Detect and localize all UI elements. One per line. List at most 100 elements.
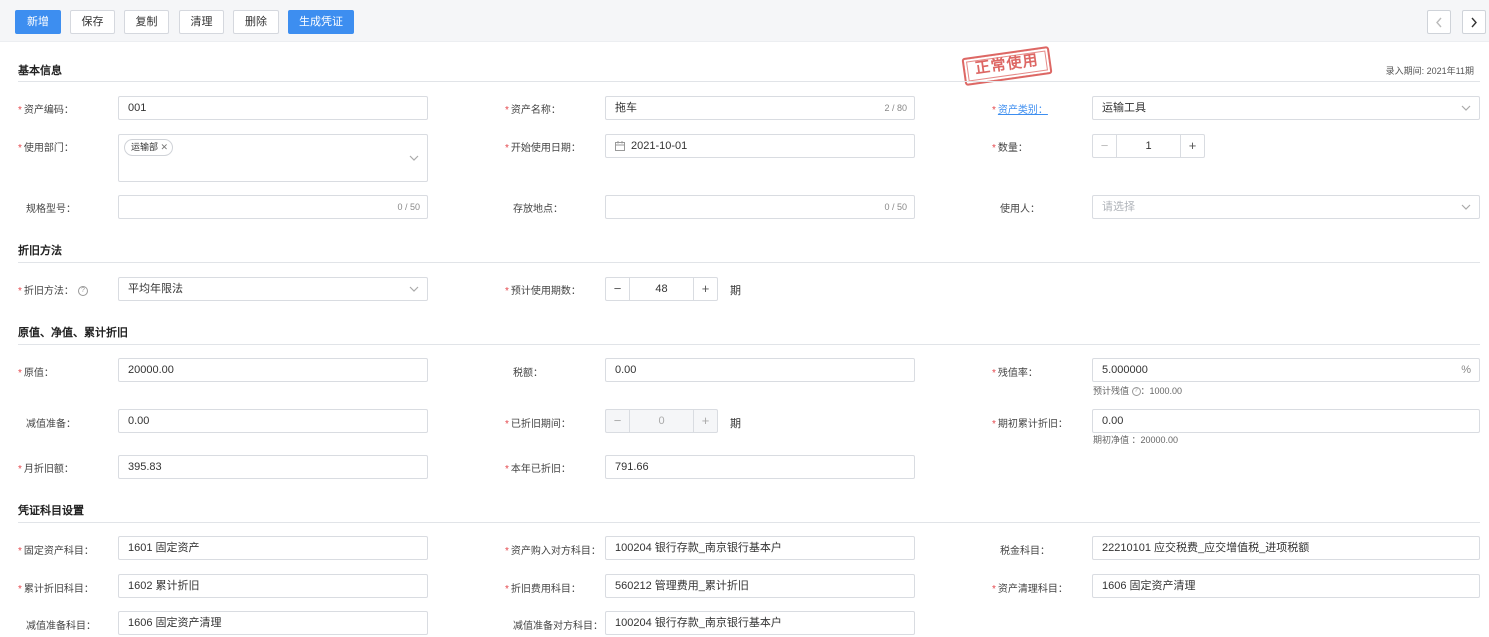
impairment-label: 减值准备：	[26, 419, 76, 430]
original-value-input[interactable]: 20000.00	[118, 358, 428, 382]
asset-clearing-account-input[interactable]: 1606 固定资产清理	[1092, 574, 1480, 598]
next-record-button[interactable]	[1462, 10, 1486, 34]
fixed-asset-account-label: * 固定资产科目：	[18, 546, 94, 557]
tax-account-label: 税金科目：	[1000, 546, 1050, 557]
chevron-left-icon	[1436, 17, 1442, 28]
estimated-residual-hint: 预计残值 ? ：1000.00	[1093, 386, 1183, 397]
divider	[18, 522, 1480, 523]
original-value-label: * 原值：	[18, 368, 54, 379]
depr-expense-account-input[interactable]: 560212 管理费用_累计折旧	[605, 574, 915, 598]
char-counter: 0 / 50	[397, 202, 420, 212]
new-button[interactable]: 新增	[15, 10, 61, 34]
generate-voucher-button[interactable]: 生成凭证	[288, 10, 354, 34]
periods-label: * 预计使用期数：	[505, 286, 581, 297]
depr-periods-done-label: * 已折旧期间：	[505, 419, 571, 430]
asset-name-input[interactable]: 拖车 2 / 80	[605, 96, 915, 120]
calendar-icon	[615, 141, 625, 151]
clear-button[interactable]: 清理	[179, 10, 224, 34]
quantity-label: * 数量：	[992, 143, 1028, 154]
increment-button[interactable]: +	[1180, 135, 1204, 157]
depr-expense-account-label: * 折旧费用科目：	[505, 584, 581, 595]
spec-label: 规格型号：	[26, 204, 76, 215]
chevron-down-icon	[409, 286, 419, 292]
entry-period: 录入期间: 2021年11期	[1385, 66, 1474, 76]
depr-periods-unit: 期	[730, 418, 741, 430]
user-select[interactable]: 请选择	[1092, 195, 1480, 219]
tax-account-input[interactable]: 22210101 应交税费_应交增值税_进项税额	[1092, 536, 1480, 560]
asset-clearing-account-label: * 资产清理科目：	[992, 584, 1068, 595]
chevron-down-icon	[1461, 105, 1471, 111]
section-depreciation: 折旧方法	[18, 245, 62, 257]
asset-form: 正常使用 基本信息 录入期间: 2021年11期 * 资产编码： 001 * 资产名…	[0, 42, 1489, 637]
impairment-account-label: 减值准备科目：	[26, 621, 96, 632]
section-basic-info: 基本信息	[18, 65, 62, 77]
divider	[18, 81, 1480, 82]
quantity-stepper[interactable]: − 1 +	[1092, 134, 1205, 158]
department-select[interactable]: 运输部 ✕	[118, 134, 428, 182]
start-date-picker[interactable]: 2021-10-01	[605, 134, 915, 158]
purchase-counter-account-input[interactable]: 100204 银行存款_南京银行基本户	[605, 536, 915, 560]
spec-input[interactable]: 0 / 50	[118, 195, 428, 219]
department-label: * 使用部门：	[18, 143, 74, 154]
impairment-counter-account-input[interactable]: 100204 银行存款_南京银行基本户	[605, 611, 915, 635]
depr-periods-done-stepper: − 0 +	[605, 409, 718, 433]
status-stamp: 正常使用	[961, 46, 1053, 86]
periods-unit: 期	[730, 285, 741, 297]
user-label: 使用人：	[1000, 204, 1040, 215]
location-input[interactable]: 0 / 50	[605, 195, 915, 219]
start-date-label: * 开始使用日期：	[505, 143, 581, 154]
tax-label: 税额：	[513, 368, 543, 379]
year-depr-label: * 本年已折旧：	[505, 464, 571, 475]
residual-rate-label: * 残值率：	[992, 368, 1038, 379]
increment-button[interactable]: +	[693, 278, 717, 300]
purchase-counter-account-label: * 资产购入对方科目：	[505, 546, 601, 557]
depr-periods-done-value: 0	[658, 415, 665, 427]
accum-depr-account-input[interactable]: 1602 累计折旧	[118, 574, 428, 598]
asset-code-label: * 资产编码：	[18, 105, 74, 116]
save-button[interactable]: 保存	[70, 10, 115, 34]
decrement-button[interactable]: −	[606, 278, 630, 300]
percent-unit: %	[1461, 364, 1471, 376]
chevron-down-icon	[1461, 204, 1471, 210]
chevron-down-icon	[409, 155, 419, 161]
char-counter: 0 / 50	[884, 202, 907, 212]
depr-method-select[interactable]: 平均年限法	[118, 277, 428, 301]
depr-method-label: * 折旧方法：?	[18, 282, 88, 297]
accum-depr-account-label: * 累计折旧科目：	[18, 584, 94, 595]
location-label: 存放地点：	[513, 204, 563, 215]
monthly-depr-input[interactable]: 395.83	[118, 455, 428, 479]
periods-stepper[interactable]: − 48 +	[605, 277, 718, 301]
increment-button: +	[693, 410, 717, 432]
residual-rate-input[interactable]: 5.000000%	[1092, 358, 1480, 382]
help-icon[interactable]: ?	[77, 286, 88, 297]
section-value: 原值、净值、累计折旧	[18, 327, 128, 339]
fixed-asset-account-input[interactable]: 1601 固定资产	[118, 536, 428, 560]
divider	[18, 344, 1480, 345]
initial-accum-depr-input[interactable]: 0.00	[1092, 409, 1480, 433]
help-icon[interactable]: ?	[1131, 387, 1141, 397]
asset-category-label[interactable]: * 资产类别：	[992, 101, 1048, 116]
asset-name-label: * 资产名称：	[505, 105, 561, 116]
char-counter: 2 / 80	[884, 103, 907, 113]
prev-record-button[interactable]	[1427, 10, 1451, 34]
toolbar: 新增 保存 复制 清理 删除 生成凭证	[0, 0, 1489, 42]
section-voucher-accounts: 凭证科目设置	[18, 505, 84, 517]
year-depr-input[interactable]: 791.66	[605, 455, 915, 479]
department-tag: 运输部 ✕	[124, 139, 174, 156]
quantity-value[interactable]: 1	[1117, 135, 1180, 157]
close-icon[interactable]: ✕	[160, 140, 168, 155]
chevron-right-icon	[1471, 17, 1477, 28]
impairment-input[interactable]: 0.00	[118, 409, 428, 433]
impairment-account-input[interactable]: 1606 固定资产清理	[118, 611, 428, 635]
delete-button[interactable]: 删除	[233, 10, 279, 34]
asset-category-select[interactable]: 运输工具	[1092, 96, 1480, 120]
periods-value[interactable]: 48	[630, 278, 693, 300]
decrement-button[interactable]: −	[1093, 135, 1117, 157]
divider	[18, 262, 1480, 263]
asset-code-input[interactable]: 001	[118, 96, 428, 120]
copy-button[interactable]: 复制	[124, 10, 169, 34]
initial-accum-depr-label: * 期初累计折旧：	[992, 419, 1068, 430]
impairment-counter-account-label: 减值准备对方科目：	[513, 621, 603, 632]
initial-net-value-hint: 期初净值 ：20000.00	[1093, 435, 1179, 445]
tax-input[interactable]: 0.00	[605, 358, 915, 382]
